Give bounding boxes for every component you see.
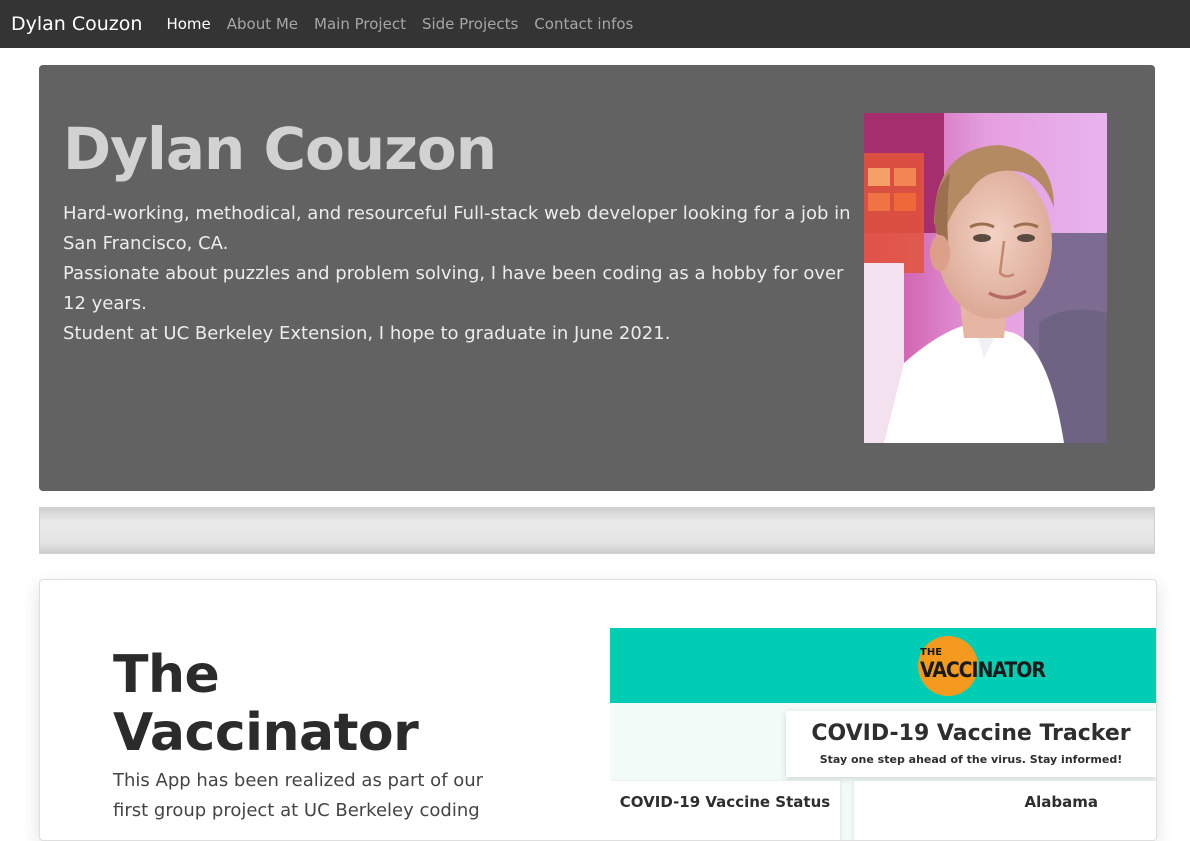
hero-name: Dylan Couzon <box>63 115 497 183</box>
status-title: COVID-19 Vaccine Status <box>619 793 831 811</box>
profile-photo <box>864 113 1107 443</box>
state-title: Alabama <box>1024 793 1098 811</box>
main-project-card: The Vaccinator This App has been realize… <box>39 579 1157 841</box>
project-screenshot[interactable]: THE VACCINATOR COVID-19 Vaccine Tracker … <box>610 628 1156 840</box>
tracker-banner: COVID-19 Vaccine Tracker Stay one step a… <box>786 711 1156 777</box>
hero-intro: Hard-working, methodical, and resourcefu… <box>63 199 853 349</box>
top-navbar: Dylan Couzon Home About Me Main Project … <box>0 0 1190 48</box>
logo-text: VACCINATOR <box>920 658 1046 682</box>
hero-section: Dylan Couzon Hard-working, methodical, a… <box>39 65 1155 491</box>
brand-link[interactable]: Dylan Couzon <box>11 13 142 35</box>
nav-link-side-projects[interactable]: Side Projects <box>422 15 518 33</box>
project-description: This App has been realized as part of ou… <box>113 770 484 821</box>
tracker-subtitle: Stay one step ahead of the virus. Stay i… <box>819 753 1123 766</box>
nav-link-contact-infos[interactable]: Contact infos <box>534 15 633 33</box>
nav-links: Home About Me Main Project Side Projects… <box>166 15 649 33</box>
nav-link-about-me[interactable]: About Me <box>227 15 298 33</box>
section-divider <box>39 507 1155 554</box>
nav-link-main-project[interactable]: Main Project <box>314 15 406 33</box>
tracker-title: COVID-19 Vaccine Tracker <box>811 721 1131 746</box>
vaccine-status-panel: COVID-19 Vaccine Status <box>610 781 840 840</box>
hero-paragraph: Student at UC Berkeley Extension, I hope… <box>63 323 671 344</box>
nav-link-home[interactable]: Home <box>166 15 210 33</box>
hero-paragraph: Hard-working, methodical, and resourcefu… <box>63 203 851 254</box>
state-panel: Alabama <box>854 781 1156 840</box>
hero-paragraph: Passionate about puzzles and problem sol… <box>63 263 844 314</box>
app-header: THE VACCINATOR <box>610 628 1156 703</box>
logo-small-text: THE <box>920 647 943 658</box>
project-title: The Vaccinator <box>113 645 419 763</box>
